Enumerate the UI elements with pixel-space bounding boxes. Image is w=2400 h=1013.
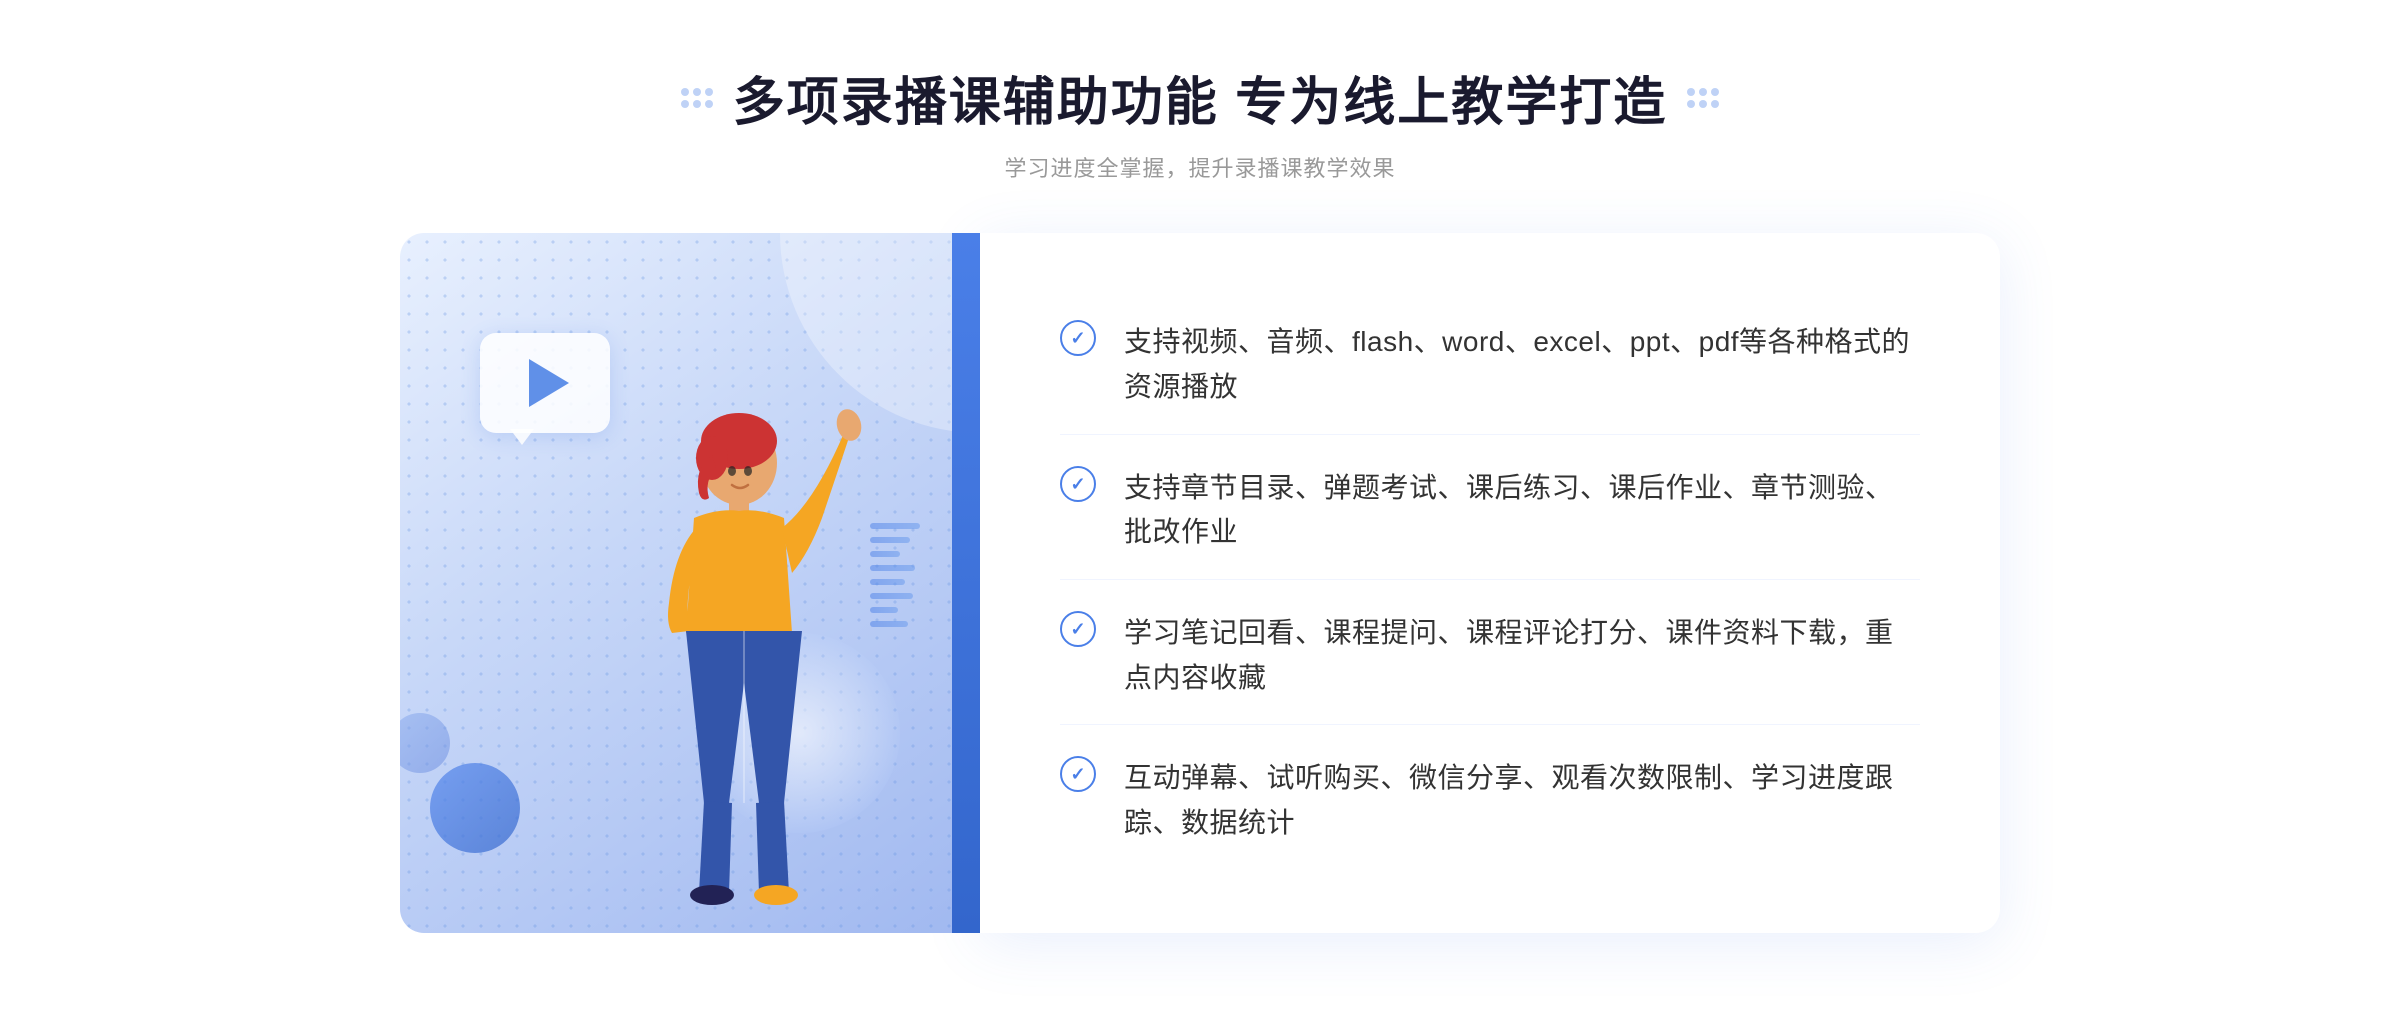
feature-text-1: 支持视频、音频、flash、word、excel、ppt、pdf等各种格式的资源… <box>1124 320 1920 410</box>
header-section: 多项录播课辅助功能 专为线上教学打造 学习进度全掌握，提升录播课教学效果 <box>681 60 1719 183</box>
content-section: » <box>400 233 2000 933</box>
check-mark-3: ✓ <box>1070 620 1085 638</box>
feature-item-4: ✓ 互动弹幕、试听购买、微信分享、观看次数限制、学习进度跟踪、数据统计 <box>1060 732 1920 870</box>
feature-item-3: ✓ 学习笔记回看、课程提问、课程评论打分、课件资料下载，重点内容收藏 <box>1060 587 1920 726</box>
feature-item-1: ✓ 支持视频、音频、flash、word、excel、ppt、pdf等各种格式的… <box>1060 296 1920 435</box>
check-icon-1: ✓ <box>1060 320 1096 356</box>
feature-text-4: 互动弹幕、试听购买、微信分享、观看次数限制、学习进度跟踪、数据统计 <box>1124 756 1920 846</box>
page-subtitle: 学习进度全掌握，提升录播课教学效果 <box>681 151 1719 183</box>
check-mark-1: ✓ <box>1070 329 1085 347</box>
page-container: 多项录播课辅助功能 专为线上教学打造 学习进度全掌握，提升录播课教学效果 » <box>0 0 2400 1013</box>
circle-dark-decoration <box>430 763 520 853</box>
header-dots-right <box>1687 88 1719 108</box>
content-panel: ✓ 支持视频、音频、flash、word、excel、ppt、pdf等各种格式的… <box>980 233 2000 933</box>
illustration-figure <box>554 373 894 933</box>
page-title: 多项录播课辅助功能 专为线上教学打造 <box>733 60 1667 135</box>
title-wrapper: 多项录播课辅助功能 专为线上教学打造 <box>681 60 1719 135</box>
check-icon-2: ✓ <box>1060 466 1096 502</box>
check-icon-4: ✓ <box>1060 756 1096 792</box>
header-dots-left <box>681 88 713 108</box>
feature-text-3: 学习笔记回看、课程提问、课程评论打分、课件资料下载，重点内容收藏 <box>1124 611 1920 701</box>
illustration-area <box>400 233 980 933</box>
feature-text-2: 支持章节目录、弹题考试、课后练习、课后作业、章节测验、批改作业 <box>1124 466 1920 556</box>
circle-light-decoration <box>400 713 450 773</box>
blue-bar-decoration <box>952 233 980 933</box>
feature-item-2: ✓ 支持章节目录、弹题考试、课后练习、课后作业、章节测验、批改作业 <box>1060 442 1920 581</box>
check-icon-3: ✓ <box>1060 611 1096 647</box>
check-mark-4: ✓ <box>1070 765 1085 783</box>
check-mark-2: ✓ <box>1070 475 1085 493</box>
